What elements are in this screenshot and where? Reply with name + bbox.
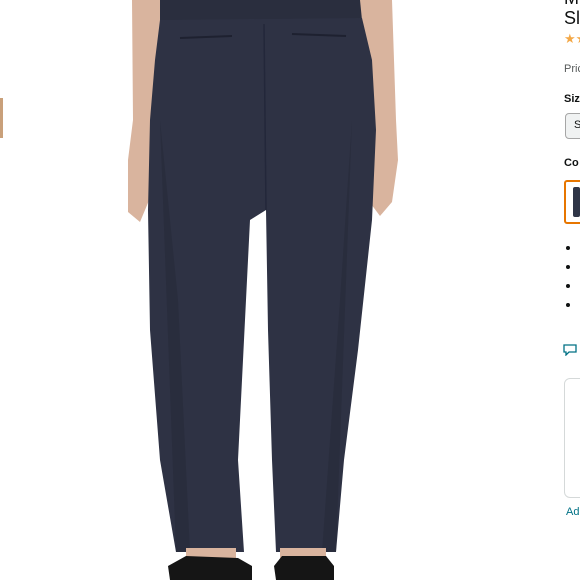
add-link[interactable]: Ad xyxy=(566,506,579,518)
color-label: Co xyxy=(564,157,579,169)
bullet-dot xyxy=(566,303,570,307)
bullet-dot xyxy=(566,284,570,288)
right-shoe xyxy=(274,556,334,580)
color-swatch-navy[interactable] xyxy=(564,180,580,224)
product-detail-panel: Mi Sl ★★ Pric Siz S Co Ad xyxy=(556,0,580,580)
size-select[interactable]: S xyxy=(565,113,580,139)
speech-bubble-icon[interactable] xyxy=(563,344,577,356)
buy-box xyxy=(564,378,580,498)
pants-photo xyxy=(128,0,398,580)
left-shoe xyxy=(168,556,252,580)
bullet-dot xyxy=(566,265,570,269)
price-label: Pric xyxy=(564,63,580,75)
bullet-dot xyxy=(566,246,570,250)
product-image[interactable] xyxy=(0,0,556,580)
product-title-line-2[interactable]: Sl xyxy=(564,8,580,29)
previous-image-edge xyxy=(0,98,3,138)
rating-stars-icon[interactable]: ★★ xyxy=(564,31,580,47)
size-label: Siz xyxy=(564,93,580,105)
swatch-thumbnail xyxy=(573,187,580,217)
